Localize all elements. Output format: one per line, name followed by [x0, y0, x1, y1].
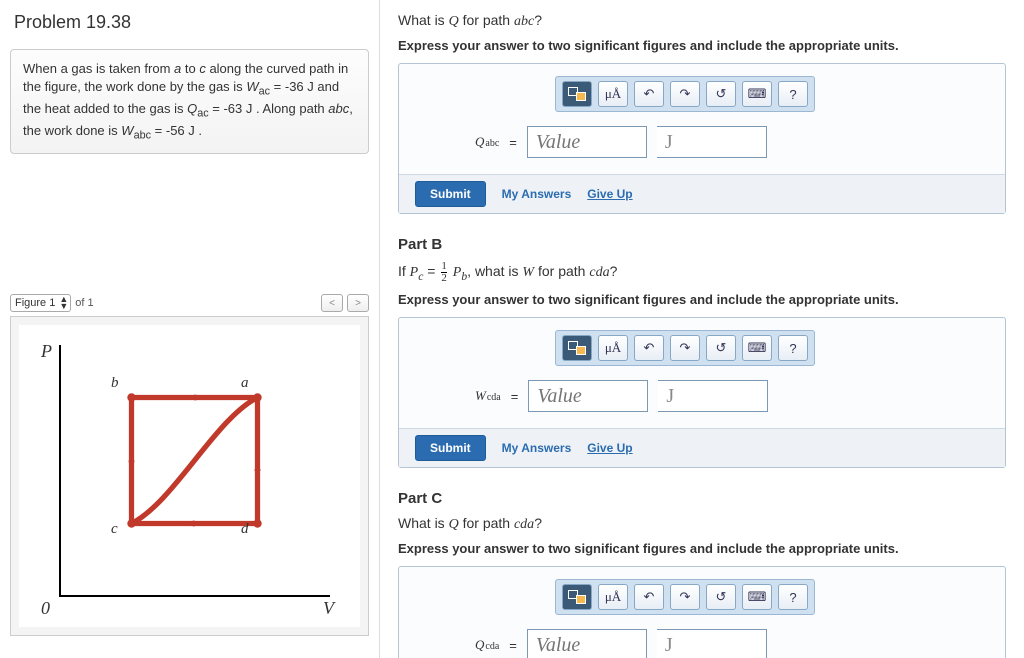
units-button[interactable]: μÅ	[598, 81, 628, 107]
origin-label: 0	[41, 598, 50, 619]
keyboard-button[interactable]: ⌨	[742, 81, 772, 107]
figure-panel: P 0 V b a c	[10, 316, 369, 636]
partC-heading: Part C	[398, 490, 1006, 507]
partB-question: If Pc = 12 Pb, what is W for path cda?	[398, 261, 1006, 284]
partC-variable: Qcda	[475, 637, 499, 653]
point-d: d	[241, 521, 249, 538]
partC-toolbar: μÅ ↶ ↷ ↺ ⌨ ?	[555, 579, 815, 615]
value-Wabc: -56 J	[166, 123, 195, 138]
reset-button[interactable]: ↺	[706, 81, 736, 107]
partC-question: What is Q for path cda?	[398, 515, 1006, 533]
figure-next-button[interactable]: >	[347, 294, 369, 312]
figure-select-label: Figure 1	[15, 297, 55, 309]
undo-button[interactable]: ↶	[634, 584, 664, 610]
value-Qac: -63 J	[223, 101, 252, 116]
keyboard-button[interactable]: ⌨	[742, 335, 772, 361]
partA-toolbar: μÅ ↶ ↷ ↺ ⌨ ?	[555, 76, 815, 112]
partA-answer-row: Qabc =	[415, 126, 989, 158]
partA-value-input[interactable]	[527, 126, 647, 158]
keyboard-button[interactable]: ⌨	[742, 584, 772, 610]
partB-heading: Part B	[398, 236, 1006, 253]
partB-answer-panel: μÅ ↶ ↷ ↺ ⌨ ? Wcda = Submit My Answers Gi…	[398, 317, 1006, 468]
partC-value-input[interactable]	[527, 629, 647, 658]
partC-instruction: Express your answer to two significant f…	[398, 541, 1006, 556]
units-button[interactable]: μÅ	[598, 335, 628, 361]
partB-instruction: Express your answer to two significant f…	[398, 292, 1006, 307]
point-b: b	[111, 375, 119, 392]
pv-diagram: P 0 V b a c	[19, 325, 360, 627]
help-button[interactable]: ?	[778, 335, 808, 361]
partB-units-input[interactable]	[658, 380, 768, 412]
point-c: c	[111, 521, 118, 538]
partB-toolbar: μÅ ↶ ↷ ↺ ⌨ ?	[555, 330, 815, 366]
partA-answer-panel: μÅ ↶ ↷ ↺ ⌨ ? Qabc = Submit My Answers Gi…	[398, 63, 1006, 214]
point-a: a	[241, 375, 249, 392]
units-button[interactable]: μÅ	[598, 584, 628, 610]
partB-give-up-link[interactable]: Give Up	[587, 441, 632, 455]
templates-button[interactable]	[562, 81, 592, 107]
partB-value-input[interactable]	[528, 380, 648, 412]
right-column: What is Q for path abc? Express your ans…	[380, 0, 1024, 658]
partB-answer-row: Wcda =	[415, 380, 989, 412]
axis-label-P: P	[41, 341, 52, 362]
graph-svg	[59, 345, 330, 597]
updown-icon: ▲▼	[59, 296, 66, 310]
partA-submit-button[interactable]: Submit	[415, 181, 486, 207]
partA-instruction: Express your answer to two significant f…	[398, 38, 1006, 53]
redo-button[interactable]: ↷	[670, 584, 700, 610]
problem-title: Problem 19.38	[10, 12, 369, 33]
reset-button[interactable]: ↺	[706, 335, 736, 361]
value-Wac: -36 J	[285, 79, 314, 94]
figure-prev-button[interactable]: <	[321, 294, 343, 312]
partC-answer-panel: μÅ ↶ ↷ ↺ ⌨ ? Qcda =	[398, 566, 1006, 658]
reset-button[interactable]: ↺	[706, 584, 736, 610]
figure-select[interactable]: Figure 1 ▲▼	[10, 294, 71, 312]
partC-answer-row: Qcda =	[415, 629, 989, 658]
partA-submit-row: Submit My Answers Give Up	[399, 174, 1005, 213]
axis-label-V: V	[323, 598, 334, 619]
partA-my-answers-link[interactable]: My Answers	[502, 187, 572, 201]
partA-variable: Qabc	[475, 134, 499, 150]
problem-statement: When a gas is taken from a to c along th…	[10, 49, 369, 154]
help-button[interactable]: ?	[778, 81, 808, 107]
partB-variable: Wcda	[475, 388, 501, 404]
templates-button[interactable]	[562, 584, 592, 610]
partA-give-up-link[interactable]: Give Up	[587, 187, 632, 201]
templates-button[interactable]	[562, 335, 592, 361]
help-button[interactable]: ?	[778, 584, 808, 610]
undo-button[interactable]: ↶	[634, 335, 664, 361]
left-column: Problem 19.38 When a gas is taken from a…	[0, 0, 380, 658]
redo-button[interactable]: ↷	[670, 335, 700, 361]
redo-button[interactable]: ↷	[670, 81, 700, 107]
figure-count: of 1	[75, 297, 93, 309]
partA-units-input[interactable]	[657, 126, 767, 158]
partB-submit-button[interactable]: Submit	[415, 435, 486, 461]
partA-question: What is Q for path abc?	[398, 12, 1006, 30]
partB-submit-row: Submit My Answers Give Up	[399, 428, 1005, 467]
undo-button[interactable]: ↶	[634, 81, 664, 107]
partB-my-answers-link[interactable]: My Answers	[502, 441, 572, 455]
partC-units-input[interactable]	[657, 629, 767, 658]
figure-header: Figure 1 ▲▼ of 1 < >	[10, 294, 369, 312]
